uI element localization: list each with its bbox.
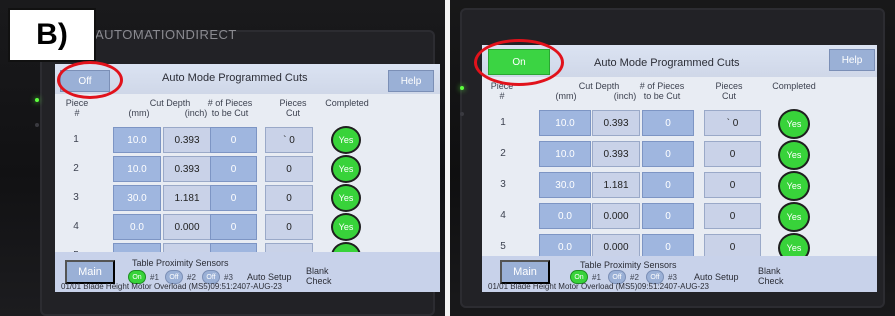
- cut-depth-mm[interactable]: 0.0: [539, 203, 591, 229]
- piece-number: 4: [500, 209, 506, 221]
- photo-left: AUTOMATIONDIRECT Off Auto Mode Programme…: [0, 0, 445, 316]
- sensors-title: Table Proximity Sensors: [580, 260, 677, 270]
- table-row: 3 30.0 1.181 0 0 Yes: [55, 184, 440, 212]
- pieces-cut: 0: [265, 185, 313, 211]
- help-button[interactable]: Help: [829, 49, 875, 71]
- status-led: [35, 123, 39, 127]
- table-row: 1 10.0 0.393 0 ` 0 Yes: [482, 109, 877, 139]
- sensor-1-label: #1: [592, 272, 601, 282]
- piece-number: 3: [73, 191, 79, 203]
- pieces-cut: 0: [704, 172, 761, 198]
- status-led: [35, 98, 39, 102]
- piece-number: 2: [500, 147, 506, 159]
- cut-depth-inch: 0.393: [592, 110, 640, 136]
- cut-depth-mm[interactable]: 10.0: [113, 127, 161, 153]
- cut-depth-inch: 1.181: [163, 185, 211, 211]
- sensor-1-label: #1: [150, 272, 159, 282]
- completed-indicator: Yes: [778, 202, 810, 232]
- completed-indicator: Yes: [331, 126, 361, 154]
- pieces-cut: ` 0: [265, 127, 313, 153]
- cut-depth-inch: 1.181: [592, 172, 640, 198]
- brand-logo: AUTOMATIONDIRECT: [95, 27, 237, 42]
- pieces-cut: 0: [265, 156, 313, 182]
- pieces-cut: ` 0: [704, 110, 761, 136]
- status-led: [460, 112, 464, 116]
- auto-setup-button[interactable]: Auto Setup: [247, 272, 292, 282]
- completed-indicator: Yes: [331, 184, 361, 212]
- cut-depth-inch: 0.000: [163, 214, 211, 240]
- pieces-to-cut[interactable]: 0: [642, 172, 694, 198]
- header-piece: Piece #: [65, 98, 89, 118]
- completed-indicator: Yes: [778, 171, 810, 201]
- pieces-to-cut[interactable]: 0: [210, 156, 257, 182]
- auto-setup-button[interactable]: Auto Setup: [694, 272, 739, 282]
- sensor-2-label: #2: [187, 272, 196, 282]
- table-row: 2 10.0 0.393 0 0 Yes: [55, 155, 440, 183]
- bottom-bar: Main Table Proximity Sensors On #1 Off #…: [55, 252, 440, 292]
- pieces-to-cut[interactable]: 0: [642, 110, 694, 136]
- piece-number: 3: [500, 178, 506, 190]
- cut-depth-mm[interactable]: 0.0: [113, 214, 161, 240]
- cuts-table: Piece # Cut Depth (mm) (inch) # of Piece…: [482, 81, 877, 263]
- highlight-ring: [474, 39, 564, 86]
- sensor-2-label: #2: [630, 272, 639, 282]
- table-row: 3 30.0 1.181 0 0 Yes: [482, 171, 877, 201]
- table-row: 2 10.0 0.393 0 0 Yes: [482, 140, 877, 170]
- pieces-cut: 0: [704, 141, 761, 167]
- header-pieces-cut: Pieces Cut: [279, 98, 307, 118]
- sensors-title: Table Proximity Sensors: [132, 258, 229, 268]
- pieces-to-cut[interactable]: 0: [210, 127, 257, 153]
- header-pieces-to-cut: # of Pieces to be Cut: [207, 98, 253, 118]
- table-row: 4 0.0 0.000 0 0 Yes: [55, 213, 440, 241]
- cut-depth-mm[interactable]: 30.0: [539, 172, 591, 198]
- help-button[interactable]: Help: [388, 70, 434, 92]
- cut-depth-inch: 0.393: [592, 141, 640, 167]
- pieces-cut: 0: [265, 214, 313, 240]
- pieces-to-cut[interactable]: 0: [642, 141, 694, 167]
- main-button[interactable]: Main: [500, 260, 550, 284]
- cut-depth-mm[interactable]: 30.0: [113, 185, 161, 211]
- cut-depth-inch: 0.393: [163, 127, 211, 153]
- highlight-ring: [57, 61, 123, 99]
- figure-label: B): [8, 8, 96, 62]
- cut-depth-inch: 0.000: [592, 203, 640, 229]
- pieces-to-cut[interactable]: 0: [210, 214, 257, 240]
- cuts-table: Piece # Cut Depth (mm) (inch) # of Piece…: [55, 98, 440, 270]
- pieces-cut: 0: [704, 203, 761, 229]
- table-row: 4 0.0 0.000 0 0 Yes: [482, 202, 877, 232]
- status-line: 01/01 Blade Height Motor Overload (MS5)0…: [488, 282, 710, 291]
- piece-number: 2: [73, 162, 79, 174]
- pieces-to-cut[interactable]: 0: [642, 203, 694, 229]
- sensor-3-label: #3: [224, 272, 233, 282]
- pieces-to-cut[interactable]: 0: [210, 185, 257, 211]
- header-pieces-to-cut: # of Pieces to be Cut: [639, 81, 685, 101]
- hmi-screen: Off Auto Mode Programmed Cuts Help Piece…: [55, 64, 440, 292]
- completed-indicator: Yes: [778, 109, 810, 139]
- piece-number: 4: [73, 220, 79, 232]
- status-line: 01/01 Blade Height Motor Overload (MS5)0…: [61, 282, 283, 291]
- cut-depth-mm[interactable]: 10.0: [539, 110, 591, 136]
- screen-title: Auto Mode Programmed Cuts: [162, 72, 308, 84]
- photo-right: On Auto Mode Programmed Cuts Help Piece …: [450, 0, 895, 316]
- cut-depth-mm[interactable]: 10.0: [113, 156, 161, 182]
- bottom-bar: Main Table Proximity Sensors On #1 Off #…: [482, 256, 877, 292]
- sensor-3-label: #3: [668, 272, 677, 282]
- cut-depth-mm[interactable]: 10.0: [539, 141, 591, 167]
- piece-number: 1: [73, 133, 79, 145]
- completed-indicator: Yes: [778, 140, 810, 170]
- main-button[interactable]: Main: [65, 260, 115, 284]
- screen-title: Auto Mode Programmed Cuts: [594, 57, 740, 69]
- piece-number: 1: [500, 116, 506, 128]
- header-completed: Completed: [325, 98, 369, 108]
- completed-indicator: Yes: [331, 213, 361, 241]
- header-pieces-cut: Pieces Cut: [715, 81, 743, 101]
- header-completed: Completed: [772, 81, 816, 91]
- status-led: [460, 86, 464, 90]
- table-row: 1 10.0 0.393 0 ` 0 Yes: [55, 126, 440, 154]
- completed-indicator: Yes: [331, 155, 361, 183]
- cut-depth-inch: 0.393: [163, 156, 211, 182]
